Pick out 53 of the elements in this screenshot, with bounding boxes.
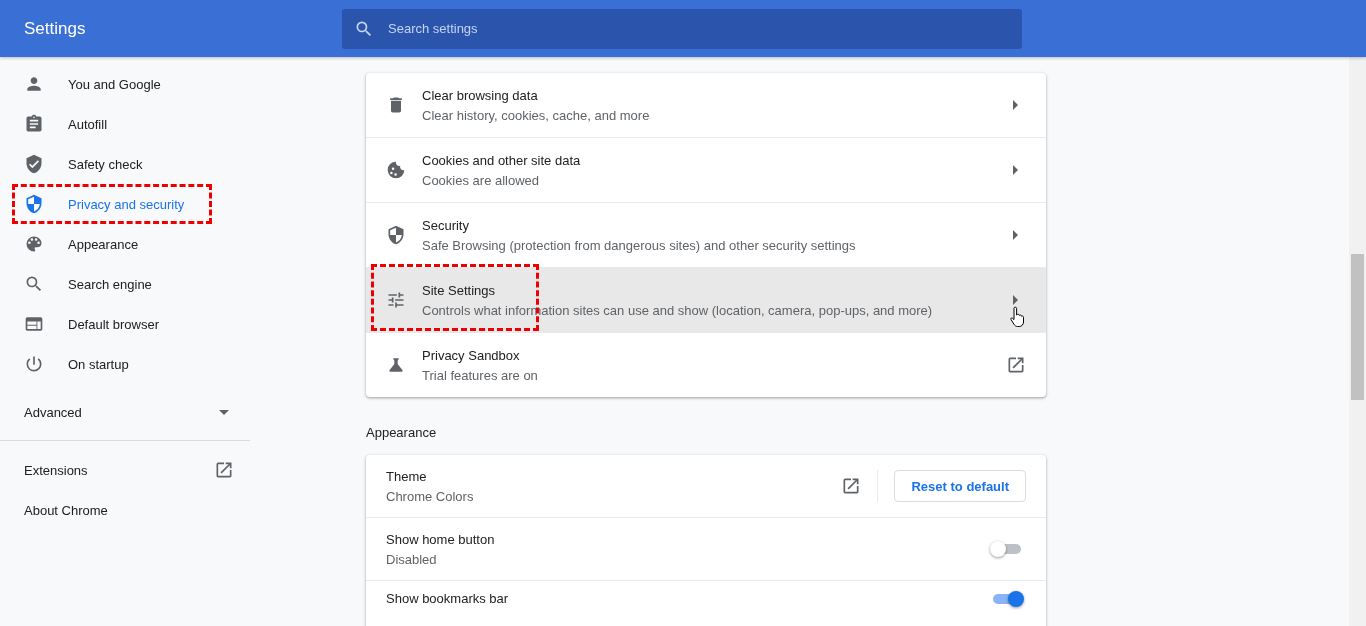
sidebar-item[interactable]: You and Google [0,64,250,104]
arrow-right-icon [1013,165,1018,175]
page-title: Settings [23,18,87,39]
row-title: Privacy Sandbox [422,347,521,363]
row-title: Cookies and other site data [422,152,582,168]
sliders-icon [386,290,406,310]
shield-check-icon [24,154,44,174]
row-title: Theme [386,468,428,484]
advanced-toggle[interactable]: Advanced [0,392,250,432]
row-title: Security [422,217,470,233]
sidebar-link[interactable]: Extensions [0,450,250,490]
row-description: Cookies are allowed [422,172,541,188]
arrow-right-icon [1013,100,1018,110]
row-description: Disabled [386,551,438,567]
scrollbar[interactable] [1349,57,1366,626]
row-title: Show bookmarks bar [386,591,510,606]
row-description: Safe Browsing (protection from dangerous sites) and other security settings [422,237,857,253]
sidebar-item[interactable]: Search engine [0,264,250,304]
row-description: Clear history, cookies, cache, and more [422,107,651,123]
shield-icon [386,225,406,245]
caret-icon [219,409,229,415]
settings-row[interactable]: Cookies and other site data Cookies are allowed [366,137,1046,202]
row-description: Chrome Colors [386,488,475,504]
row-description: Trial features are on [422,367,539,383]
sidebar-item[interactable]: Safety check [0,144,250,184]
sidebar-item[interactable]: On startup [0,344,250,384]
search-icon [24,274,44,294]
search-field[interactable]: Search settings [342,8,1022,49]
cookie-icon [386,160,406,180]
row-title: Show home button [386,531,496,547]
clipboard-icon [24,114,44,134]
flask-icon [386,355,406,375]
palette-icon [24,234,44,254]
sidebar-link[interactable]: About Chrome [0,490,250,530]
reset-button[interactable]: Reset to default [894,470,1026,502]
power-icon [24,354,44,374]
sidebar-item[interactable]: Autofill [0,104,250,144]
browser-window-icon [24,314,44,334]
external-link-icon [841,476,862,496]
sidebar-item[interactable]: Privacy and security [0,184,250,224]
sidebar-item[interactable]: Default browser [0,304,250,344]
external-link-icon [214,460,234,480]
settings-row[interactable]: Clear browsing data Clear history, cookies, cache, and more [366,73,1046,137]
hand-cursor-icon [1010,306,1024,328]
settings-row[interactable]: Privacy Sandbox Trial features are on [366,332,1046,397]
section-heading: Appearance [366,424,438,442]
arrow-right-icon [1013,230,1018,240]
external-link-icon [1006,355,1026,375]
shield-icon [24,194,44,214]
arrow-right-icon [1013,295,1018,305]
sidebar-item[interactable]: Appearance [0,224,250,264]
row-title: Site Settings [422,282,496,298]
row-title: Clear browsing data [422,87,539,103]
